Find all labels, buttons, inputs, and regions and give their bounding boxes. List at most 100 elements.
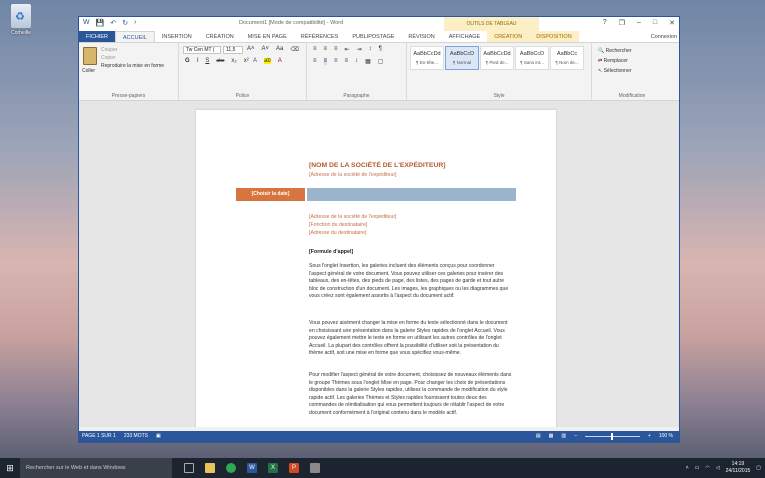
tab-references[interactable]: RÉFÉRENCES bbox=[294, 31, 346, 42]
replace-button[interactable]: ⇄ Remplacer bbox=[598, 56, 631, 66]
save-icon[interactable]: 💾 bbox=[96, 19, 105, 27]
shading-icon[interactable]: ▦ bbox=[365, 58, 371, 65]
numbering-icon[interactable]: ≡ bbox=[324, 46, 328, 53]
find-button[interactable]: 🔍 Rechercher bbox=[598, 46, 631, 56]
task-view-icon[interactable] bbox=[184, 463, 194, 473]
font-name-select[interactable]: Tw Cen MT ( bbox=[183, 46, 221, 54]
salutation[interactable]: [Formule d'appel] bbox=[309, 249, 353, 255]
style-heading[interactable]: AaBbCcDd ¶ En-tête... bbox=[410, 46, 444, 70]
highlight-icon[interactable]: ab bbox=[264, 58, 271, 64]
increase-indent-icon[interactable]: ⇥ bbox=[357, 46, 362, 53]
line-spacing-icon[interactable]: ↕ bbox=[355, 58, 358, 65]
zoom-in-icon[interactable]: + bbox=[648, 431, 651, 442]
paste-icon[interactable] bbox=[83, 47, 97, 65]
sender-address[interactable]: [Adresse de la société de l'expéditeur] bbox=[309, 172, 397, 178]
tab-mailings[interactable]: PUBLIPOSTAGE bbox=[345, 31, 401, 42]
print-layout-icon[interactable]: ▦ bbox=[549, 431, 554, 442]
body-paragraph[interactable]: Pour modifier l'aspect général de votre … bbox=[309, 372, 513, 418]
word-count[interactable]: 233 MOTS bbox=[124, 431, 148, 442]
decrease-indent-icon[interactable]: ⇤ bbox=[345, 46, 350, 53]
bullets-icon[interactable]: ≡ bbox=[313, 46, 317, 53]
cut-button[interactable]: Couper bbox=[101, 46, 164, 54]
body-paragraph[interactable]: Sous l'onglet Insertion, les galeries in… bbox=[309, 263, 513, 301]
redo-icon[interactable]: ↻ bbox=[122, 19, 128, 27]
style-footer[interactable]: AaBbCcDd ¶ Pied de... bbox=[480, 46, 514, 70]
document-page[interactable]: [NOM DE LA SOCIÉTÉ DE L'EXPÉDITEUR] [Adr… bbox=[196, 110, 556, 427]
recipient-line[interactable]: [Fonction du destinataire] bbox=[309, 221, 397, 229]
align-left-icon[interactable]: ≡ bbox=[313, 58, 317, 65]
recycle-bin[interactable]: Corbeille bbox=[6, 4, 36, 36]
underline-button[interactable]: S bbox=[205, 58, 209, 64]
maximize-icon[interactable]: □ bbox=[653, 19, 657, 27]
paste-button[interactable]: Coller bbox=[82, 68, 95, 74]
web-layout-icon[interactable]: ▥ bbox=[561, 431, 566, 442]
change-case-icon[interactable]: Aa bbox=[276, 46, 283, 53]
read-mode-icon[interactable]: ▤ bbox=[536, 431, 541, 442]
text-effects-icon[interactable]: A bbox=[253, 58, 257, 64]
powerpoint-icon[interactable]: P bbox=[289, 463, 299, 473]
tab-table-layout[interactable]: DISPOSITION bbox=[529, 31, 579, 42]
sign-in-link[interactable]: Connexion bbox=[651, 31, 677, 43]
bold-button[interactable]: G bbox=[185, 58, 190, 64]
style-no-spacing[interactable]: AaBbCcD ¶ Sans int... bbox=[515, 46, 549, 70]
align-center-icon[interactable]: ≡ bbox=[323, 58, 328, 65]
font-color-icon[interactable]: A bbox=[278, 58, 282, 64]
word-app-icon[interactable]: W bbox=[83, 19, 90, 27]
tray-chevron-icon[interactable]: ˄ bbox=[686, 465, 689, 471]
customize-qat-icon[interactable]: › bbox=[134, 19, 136, 27]
select-button[interactable]: ↖ Sélectionner bbox=[598, 66, 631, 76]
tab-insert[interactable]: INSERTION bbox=[155, 31, 199, 42]
clock[interactable]: 14:19 24/11/2015 bbox=[726, 461, 751, 475]
justify-icon[interactable]: ≡ bbox=[345, 58, 349, 65]
recipient-line[interactable]: [Adresse de la société de l'expéditeur] bbox=[309, 213, 397, 221]
excel-icon[interactable]: X bbox=[268, 463, 278, 473]
subscript-button[interactable]: x₂ bbox=[231, 58, 236, 64]
tab-table-design[interactable]: CRÉATION bbox=[487, 31, 530, 42]
document-area[interactable]: [NOM DE LA SOCIÉTÉ DE L'EXPÉDITEUR] [Adr… bbox=[79, 101, 679, 427]
help-icon[interactable]: ? bbox=[603, 19, 607, 27]
recipient-line[interactable]: [Adresse du destinataire] bbox=[309, 229, 397, 237]
close-icon[interactable]: ✕ bbox=[669, 19, 675, 27]
zoom-out-icon[interactable]: – bbox=[574, 431, 577, 442]
copy-button[interactable]: Copier bbox=[101, 54, 164, 62]
company-name[interactable]: [NOM DE LA SOCIÉTÉ DE L'EXPÉDITEUR] bbox=[309, 162, 446, 169]
file-explorer-icon[interactable] bbox=[205, 463, 215, 473]
word-icon[interactable]: W bbox=[247, 463, 257, 473]
format-painter-button[interactable]: Reproduire la mise en forme bbox=[101, 62, 164, 70]
battery-icon[interactable]: ▭ bbox=[695, 465, 700, 471]
minimize-icon[interactable]: – bbox=[637, 19, 641, 27]
windows-start-icon[interactable]: ⊞ bbox=[0, 463, 20, 474]
shrink-font-icon[interactable]: A˅ bbox=[262, 46, 270, 53]
style-normal[interactable]: AaBbCcD ¶ Normal bbox=[445, 46, 479, 70]
tab-view[interactable]: AFFICHAGE bbox=[442, 31, 487, 42]
superscript-button[interactable]: x² bbox=[244, 58, 249, 64]
app-icon[interactable] bbox=[310, 463, 320, 473]
multilevel-list-icon[interactable]: ≡ bbox=[334, 46, 338, 53]
tab-layout[interactable]: MISE EN PAGE bbox=[241, 31, 294, 42]
page-count[interactable]: PAGE 1 SUR 1 bbox=[82, 431, 116, 442]
show-marks-icon[interactable]: ¶ bbox=[379, 46, 382, 53]
body-paragraph[interactable]: Vous pouvez aisément changer la mise en … bbox=[309, 320, 513, 358]
undo-icon[interactable]: ↶ bbox=[110, 19, 116, 27]
chrome-icon[interactable] bbox=[226, 463, 236, 473]
volume-icon[interactable]: ◁ bbox=[716, 465, 720, 471]
tab-review[interactable]: RÉVISION bbox=[401, 31, 441, 42]
grow-font-icon[interactable]: A˄ bbox=[247, 46, 255, 53]
ribbon-display-icon[interactable]: ❐ bbox=[619, 19, 625, 27]
notifications-icon[interactable]: ▢ bbox=[756, 465, 761, 471]
tab-design[interactable]: CRÉATION bbox=[199, 31, 241, 42]
sort-icon[interactable]: ↕ bbox=[369, 46, 372, 53]
proofing-icon[interactable]: ▣ bbox=[156, 431, 161, 442]
taskbar-search-input[interactable]: Rechercher sur le Web et dans Windows bbox=[20, 458, 172, 478]
zoom-slider[interactable] bbox=[584, 433, 640, 440]
zoom-slider-thumb[interactable] bbox=[610, 433, 613, 440]
strikethrough-button[interactable]: abc bbox=[216, 58, 224, 64]
clear-format-icon[interactable]: ⌫ bbox=[290, 46, 298, 53]
tab-home[interactable]: ACCUEIL bbox=[115, 31, 155, 42]
italic-button[interactable]: I bbox=[197, 58, 199, 64]
style-name-item[interactable]: AaBbCc ¶ Nom de... bbox=[550, 46, 584, 70]
zoom-level[interactable]: 100 % bbox=[659, 431, 673, 442]
align-right-icon[interactable]: ≡ bbox=[334, 58, 338, 65]
borders-icon[interactable]: ▢ bbox=[378, 58, 384, 65]
tab-file[interactable]: FICHIER bbox=[79, 31, 115, 42]
